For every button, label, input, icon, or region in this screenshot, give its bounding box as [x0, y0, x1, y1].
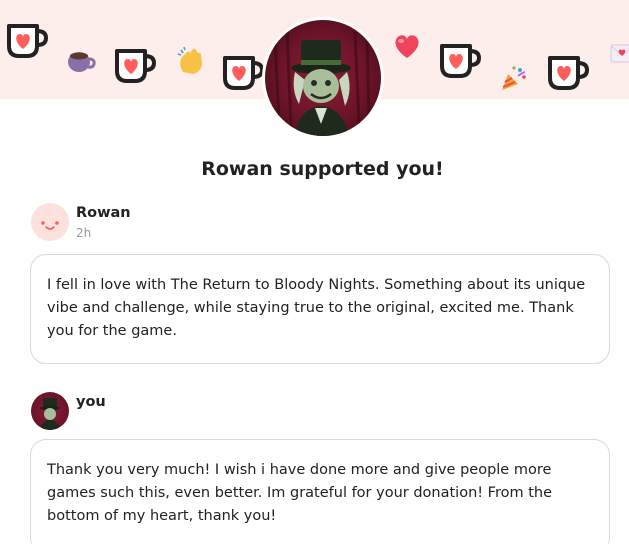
message-bubble: Thank you very much! I wish i have done … [30, 439, 610, 544]
message-header: you [31, 392, 106, 430]
party-popper-icon [502, 66, 526, 90]
kofi-cup-icon [548, 56, 590, 90]
message-author[interactable]: Rowan [76, 203, 131, 223]
message-text: I fell in love with The Return to Bloody… [47, 277, 586, 339]
mad-hatter-avatar-icon [273, 29, 371, 136]
avatar[interactable] [31, 203, 69, 241]
message-bubble: I fell in love with The Return to Bloody… [30, 254, 610, 364]
page-title: Rowan supported you! [201, 158, 444, 180]
supporter-page-avatar [262, 17, 384, 139]
message-timestamp: 2h [76, 226, 92, 240]
heart-icon [395, 35, 419, 58]
avatar[interactable] [31, 392, 69, 430]
message-text: Thank you very much! I wish i have done … [47, 462, 553, 524]
kofi-cup-icon [115, 49, 157, 83]
message-author[interactable]: you [76, 392, 106, 412]
smiley-face-icon [41, 221, 59, 230]
kofi-cup-icon [440, 44, 482, 78]
clapping-hands-icon [177, 46, 202, 74]
kofi-cup-icon [7, 24, 49, 58]
coffee-emoji-icon [68, 52, 96, 72]
mad-hatter-avatar-icon [40, 398, 60, 430]
support-notification-page: Rowan supported you! Rowan 2h I fell in … [0, 0, 629, 544]
kofi-cup-icon [223, 56, 265, 90]
love-letter-icon [610, 44, 629, 63]
message-header: Rowan 2h [31, 203, 131, 241]
